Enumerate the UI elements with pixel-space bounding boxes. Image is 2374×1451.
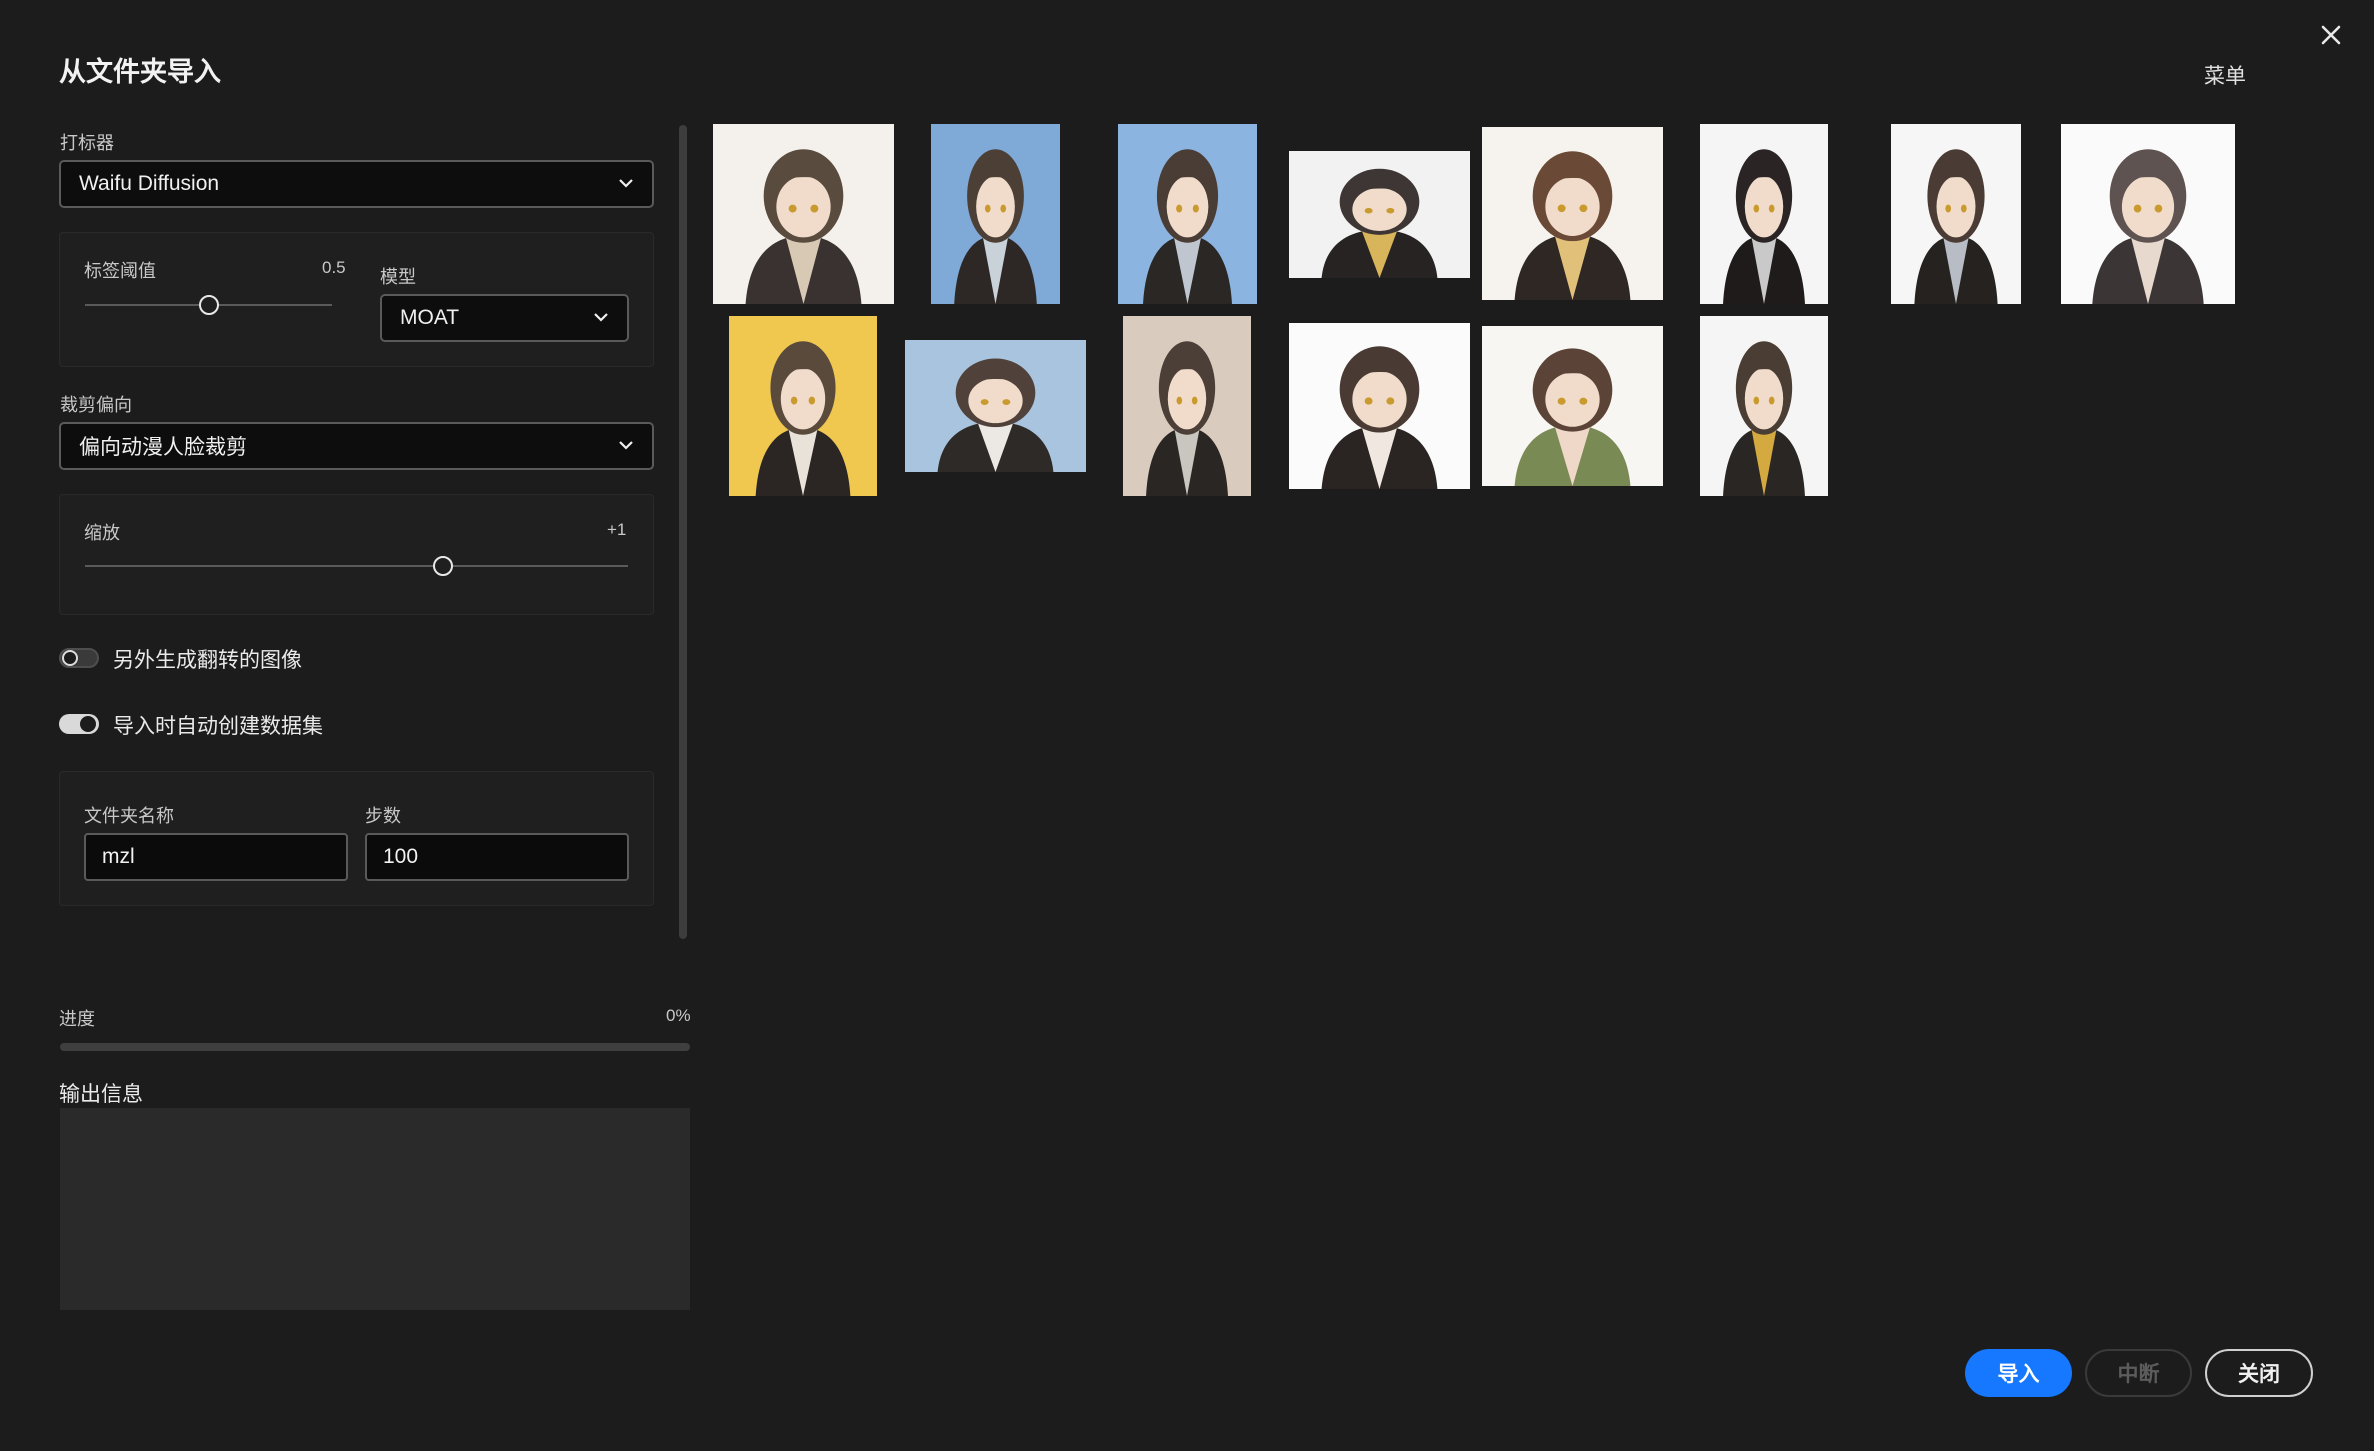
scale-slider-track[interactable] bbox=[85, 565, 628, 567]
gallery-thumbnail[interactable] bbox=[905, 340, 1086, 472]
model-label: 模型 bbox=[380, 267, 416, 287]
folder-name-input[interactable]: mzl bbox=[84, 833, 348, 881]
threshold-label: 标签阈值 bbox=[84, 261, 156, 281]
flip-images-toggle[interactable] bbox=[59, 648, 99, 668]
gallery-thumbnail[interactable] bbox=[1289, 151, 1470, 278]
dialog-title: 从文件夹导入 bbox=[59, 57, 221, 87]
anime-portrait-icon bbox=[931, 124, 1060, 304]
anime-portrait-icon bbox=[2061, 124, 2235, 304]
tagger-select-value: Waifu Diffusion bbox=[79, 172, 220, 195]
auto-create-dataset-toggle[interactable] bbox=[59, 714, 99, 734]
import-from-folder-dialog: 从文件夹导入 菜单 打标器 Waifu Diffusion 标签阈值 0.5 模… bbox=[0, 0, 2374, 1451]
gallery-thumbnail[interactable] bbox=[1891, 124, 2021, 304]
threshold-value: 0.5 bbox=[322, 258, 346, 277]
anime-portrait-icon bbox=[713, 124, 894, 304]
progress-value: 0% bbox=[666, 1006, 691, 1025]
crop-label: 裁剪偏向 bbox=[60, 395, 132, 415]
threshold-slider-thumb[interactable] bbox=[198, 295, 219, 315]
output-log bbox=[60, 1108, 690, 1310]
scale-value: +1 bbox=[607, 520, 627, 539]
anime-portrait-icon bbox=[1700, 124, 1828, 304]
anime-portrait-icon bbox=[1891, 124, 2021, 304]
crop-select[interactable]: 偏向动漫人脸裁剪 bbox=[59, 422, 654, 470]
close-icon[interactable] bbox=[2313, 17, 2349, 53]
gallery-thumbnail[interactable] bbox=[1118, 124, 1257, 304]
gallery-thumbnail[interactable] bbox=[729, 316, 877, 496]
anime-portrait-icon bbox=[729, 316, 877, 496]
anime-portrait-icon bbox=[1482, 127, 1663, 300]
abort-button[interactable]: 中断 bbox=[2085, 1349, 2192, 1397]
gallery-thumbnail[interactable] bbox=[1482, 326, 1663, 486]
folder-name-label: 文件夹名称 bbox=[84, 806, 174, 826]
output-label: 输出信息 bbox=[59, 1083, 143, 1106]
model-select[interactable]: MOAT bbox=[380, 294, 629, 342]
anime-portrait-icon bbox=[1118, 124, 1257, 304]
scale-label: 缩放 bbox=[84, 523, 120, 543]
gallery-thumbnail[interactable] bbox=[1700, 316, 1828, 496]
anime-portrait-icon bbox=[1700, 316, 1828, 496]
chevron-down-icon bbox=[619, 441, 633, 450]
left-panel-scrollbar[interactable] bbox=[679, 125, 687, 939]
model-select-value: MOAT bbox=[400, 306, 460, 329]
gallery-thumbnail[interactable] bbox=[931, 124, 1060, 304]
anime-portrait-icon bbox=[1289, 151, 1470, 278]
steps-input[interactable]: 100 bbox=[365, 833, 629, 881]
chevron-down-icon bbox=[619, 179, 633, 188]
gallery-thumbnail[interactable] bbox=[2061, 124, 2235, 304]
flip-images-label: 另外生成翻转的图像 bbox=[113, 649, 302, 672]
anime-portrait-icon bbox=[905, 340, 1086, 472]
progress-label: 进度 bbox=[59, 1009, 95, 1029]
progress-bar bbox=[60, 1043, 690, 1051]
steps-label: 步数 bbox=[365, 806, 401, 826]
menu-link[interactable]: 菜单 bbox=[2204, 60, 2246, 90]
auto-create-dataset-label: 导入时自动创建数据集 bbox=[113, 715, 323, 738]
anime-portrait-icon bbox=[1123, 316, 1251, 496]
close-button[interactable]: 关闭 bbox=[2205, 1349, 2313, 1397]
scale-panel bbox=[59, 494, 654, 615]
gallery-thumbnail[interactable] bbox=[1482, 127, 1663, 300]
crop-select-value: 偏向动漫人脸裁剪 bbox=[79, 436, 247, 459]
anime-portrait-icon bbox=[1289, 323, 1470, 489]
chevron-down-icon bbox=[594, 313, 608, 322]
tagger-select[interactable]: Waifu Diffusion bbox=[59, 160, 654, 208]
gallery-thumbnail[interactable] bbox=[713, 124, 894, 304]
tagger-label: 打标器 bbox=[60, 133, 114, 153]
import-button[interactable]: 导入 bbox=[1965, 1349, 2072, 1397]
gallery-thumbnail[interactable] bbox=[1700, 124, 1828, 304]
gallery-thumbnail[interactable] bbox=[1123, 316, 1251, 496]
gallery-thumbnail[interactable] bbox=[1289, 323, 1470, 489]
anime-portrait-icon bbox=[1482, 326, 1663, 486]
